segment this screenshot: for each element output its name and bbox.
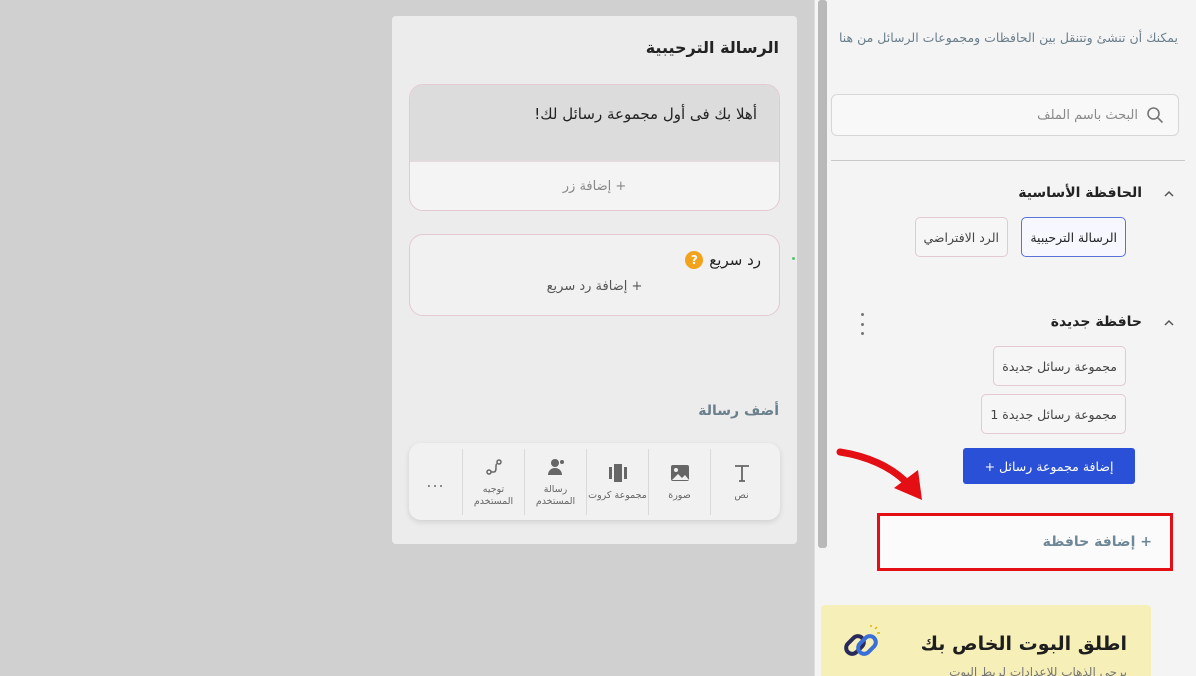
connector-dot [792,257,795,260]
folder-title[interactable]: حافظة جديدة [1051,314,1142,330]
message-type-toolbar: نص صورة مجموعة كروت رسالة المستخدم توجيه… [409,443,780,520]
add-message-group-button[interactable]: إضافة مجموعة رسائل + [963,448,1135,484]
arrow-annotation-icon [836,448,922,500]
cards-icon [607,462,629,484]
tool-redirect[interactable]: توجيه المستخدم [462,448,524,515]
folder-title[interactable]: الحافظة الأساسية [1018,185,1142,201]
panel-title: الرسالة الترحيبية [645,38,779,57]
add-folder-button[interactable]: + إضافة حافظة [877,513,1173,571]
tool-cards[interactable]: مجموعة كروت [586,448,648,515]
more-tools-button[interactable]: ... [409,472,462,491]
help-icon[interactable]: ? [685,251,704,269]
quick-reply-card: رد سريع ? + إضافة رد سريع [409,234,780,316]
search-icon [1146,106,1164,124]
folder-item[interactable]: الرد الافتراضي [914,217,1008,257]
tool-label: توجيه المستخدم [473,483,514,507]
sidebar-intro: يمكنك أن تنشئ وتتنقل بين الحافظات ومجموع… [838,30,1178,45]
quick-reply-header: رد سريع ? [685,251,761,269]
folder-item[interactable]: الرسالة الترحيبية [1021,217,1126,257]
tool-label: مجموعة كروت [588,489,647,501]
tool-label: صورة [668,489,691,501]
link-icon [844,625,880,656]
tool-label: رسالة المستخدم [535,483,576,507]
tool-image[interactable]: صورة [648,448,710,515]
add-message-label: أضف رسالة [698,403,779,419]
tool-label: نص [734,489,749,501]
text-icon [731,462,753,484]
user-message-icon [545,456,567,478]
add-quick-reply-button[interactable]: + إضافة رد سريع [410,279,779,294]
search-box [831,94,1179,136]
text-message-card: أهلا بك فى أول مجموعة رسائل لك! + إضافة … [409,84,780,211]
message-editor-panel: الرسالة الترحيبية أهلا بك فى أول مجموعة … [392,16,797,544]
add-button-button[interactable]: + إضافة زر [410,161,779,210]
tool-text[interactable]: نص [710,448,772,515]
folder-item[interactable]: مجموعة رسائل جديدة [993,346,1126,386]
chevron-up-icon[interactable] [1162,316,1176,330]
message-text[interactable]: أهلا بك فى أول مجموعة رسائل لك! [410,85,779,161]
launch-title: اطلق البوت الخاص بك [920,633,1127,655]
image-icon [669,462,691,484]
search-input[interactable] [858,107,1138,123]
folder-item[interactable]: مجموعة رسائل جديدة 1 [981,394,1126,434]
tool-user-message[interactable]: رسالة المستخدم [524,448,586,515]
chevron-up-icon[interactable] [1162,187,1176,201]
redirect-icon [483,456,505,478]
folder-menu-icon[interactable] [859,313,865,335]
sidebar-divider [831,160,1185,161]
launch-subtitle: برجى الذهاب للإعدادات لربط البوت [949,665,1127,676]
quick-reply-title: رد سريع [709,251,761,269]
sidebar: يمكنك أن تنشئ وتتنقل بين الحافظات ومجموع… [814,0,1196,676]
launch-bot-card[interactable]: اطلق البوت الخاص بك برجى الذهاب للإعدادا… [821,605,1151,676]
main-scrollbar[interactable] [818,0,825,548]
